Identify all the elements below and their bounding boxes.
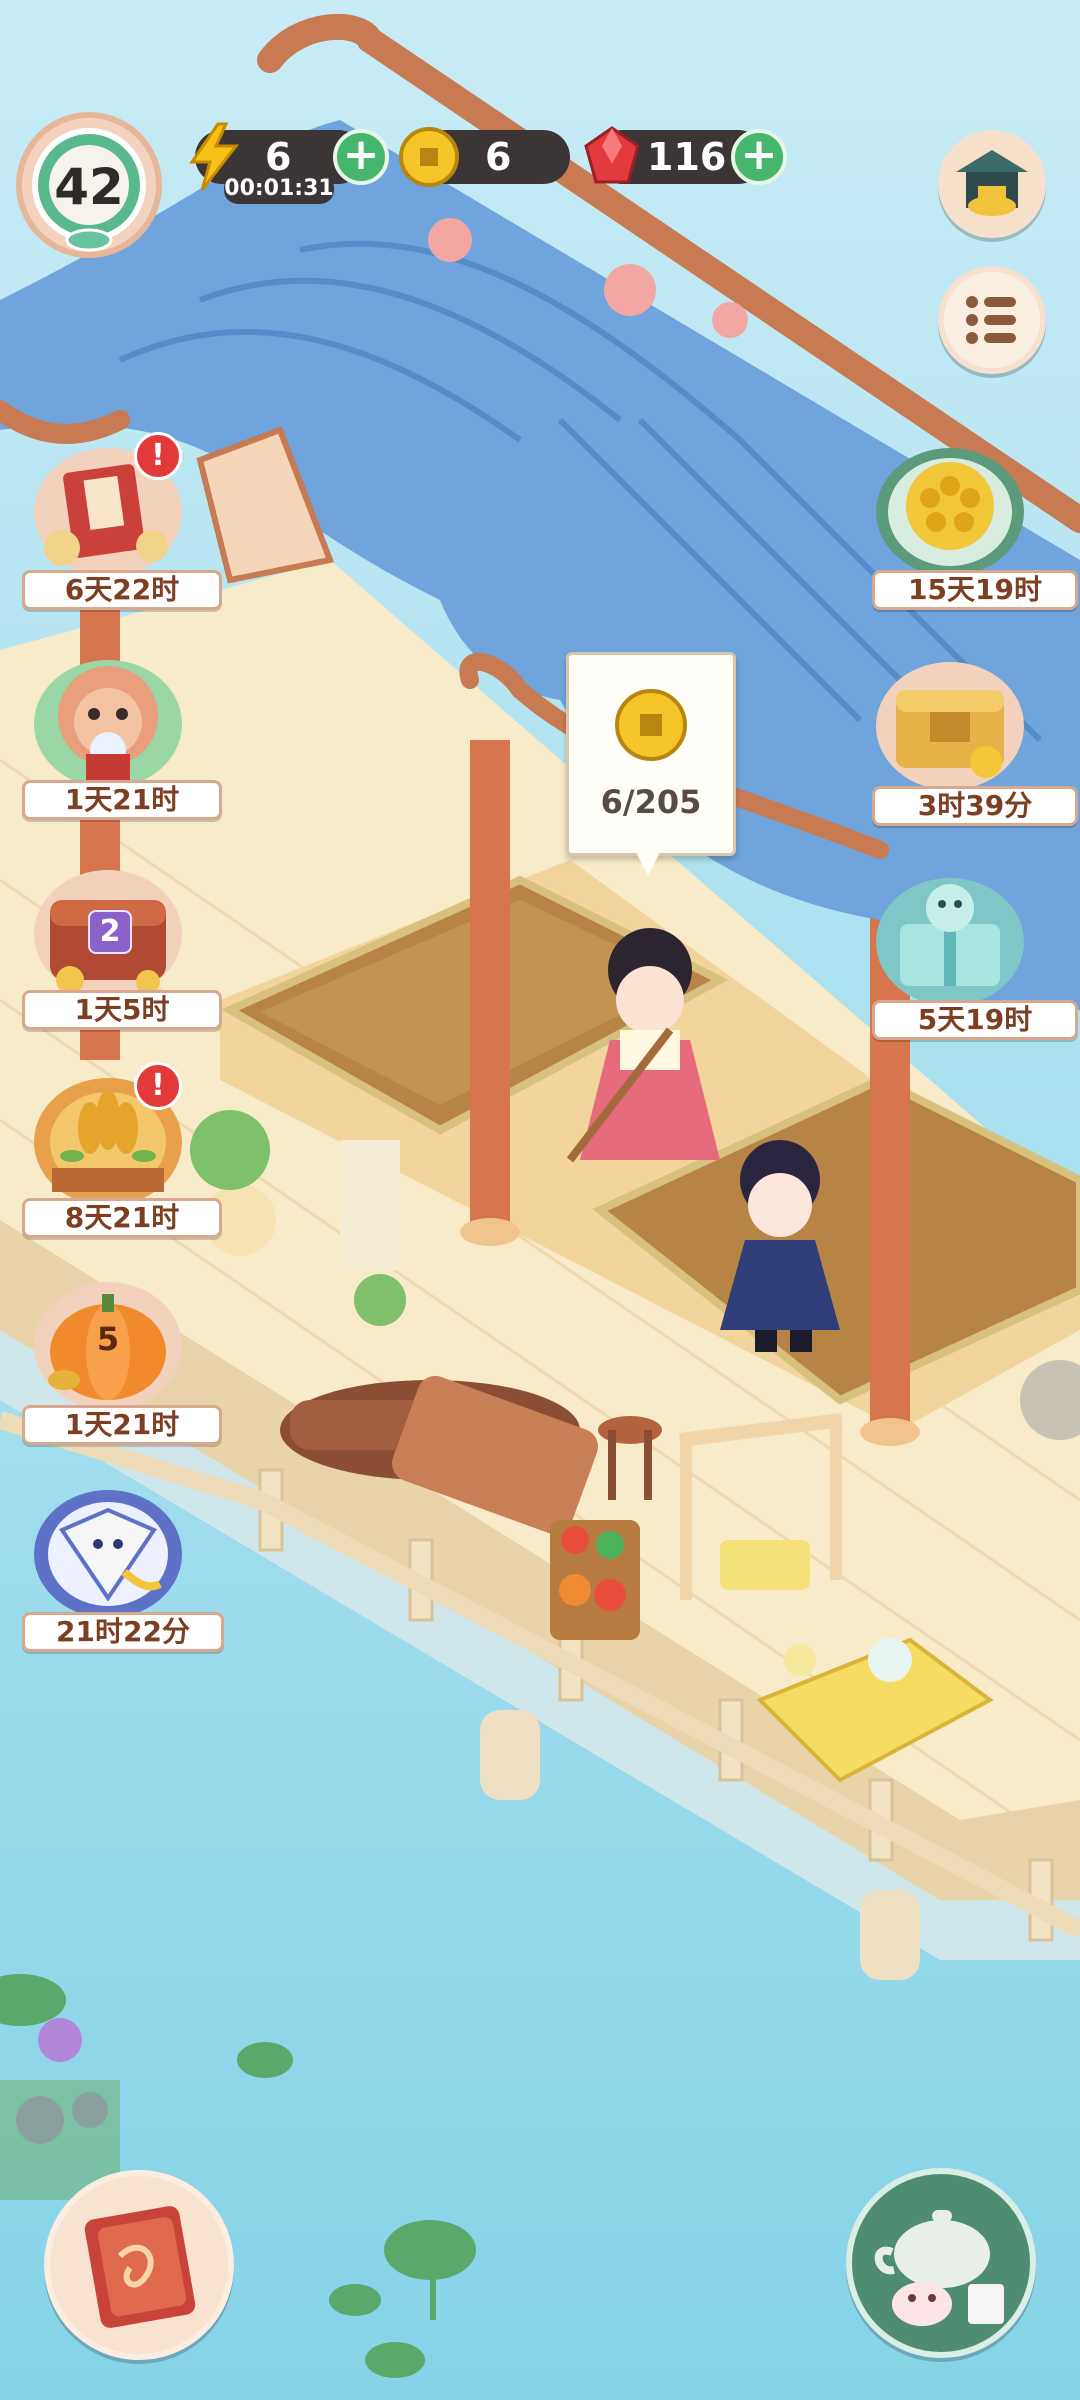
tea-house-button[interactable] — [846, 2168, 1036, 2358]
bubble-pointer — [634, 848, 662, 876]
pavilion-icon — [956, 150, 1028, 216]
kite-icon — [34, 1490, 182, 1618]
menu-list-button[interactable] — [938, 266, 1046, 374]
pumpkin-event-timer: 1天21时 — [22, 1405, 222, 1445]
gift-box-event-button[interactable] — [870, 868, 1030, 1008]
energy-value: 6 — [265, 135, 292, 179]
wheat-harvest-event-timer: 8天21时 — [22, 1198, 222, 1238]
gold-coin-icon — [399, 127, 459, 187]
imperial-book-event-button[interactable]: ! — [28, 432, 188, 578]
golden-box-event-button[interactable] — [870, 652, 1030, 792]
player-level-value: 42 — [54, 158, 124, 216]
treasure-chest-event-button[interactable]: 2 — [28, 860, 188, 1000]
gold-coin-icon — [615, 689, 687, 761]
chrysanthemum-event-timer: 15天19时 — [872, 570, 1078, 610]
treasure-chest-event-timer: 1天5时 — [22, 990, 222, 1030]
list-icon — [966, 296, 1016, 344]
pumpkin-count-label: 5 — [96, 1320, 120, 1358]
gift-box-event-timer: 5天19时 — [872, 1000, 1078, 1040]
chrysanthemum-icon — [876, 448, 1024, 576]
add-gems-button[interactable]: + — [731, 129, 787, 185]
wheat-harvest-event-button[interactable]: ! — [28, 1062, 188, 1208]
shop-pavilion-button[interactable] — [938, 130, 1046, 238]
teapot-icon — [874, 2210, 1004, 2326]
treasure-chest-count-badge: 2 — [88, 910, 132, 954]
coin-collect-bubble[interactable]: 6/205 — [566, 652, 736, 856]
journal-book-button[interactable] — [44, 2170, 234, 2360]
kite-event-timer: 21时22分 — [22, 1612, 224, 1652]
kite-event-button[interactable] — [28, 1480, 188, 1620]
coin-collect-progress: 6/205 — [600, 783, 702, 821]
game-scene[interactable]: 42 6 00:01:31 + 6 116 + ! 6天22时 1天21时 2 … — [0, 0, 1080, 2400]
journal-book-icon — [84, 2206, 196, 2328]
wheat-harvest-alert-badge: ! — [134, 1062, 182, 1110]
golden-box-event-timer: 3时39分 — [872, 786, 1078, 826]
imperial-book-event-timer: 6天22时 — [22, 570, 222, 610]
golden-box-icon — [876, 662, 1024, 790]
lion-mascot-event-timer: 1天21时 — [22, 780, 222, 820]
gift-box-icon — [876, 878, 1024, 1006]
chrysanthemum-event-button[interactable] — [870, 438, 1030, 578]
imperial-book-alert-badge: ! — [134, 432, 182, 480]
energy-timer: 00:01:31 — [224, 174, 334, 204]
lion-mascot-event-button[interactable] — [28, 650, 188, 790]
pumpkin-event-button[interactable]: 5 — [28, 1272, 188, 1412]
coin-value: 6 — [485, 135, 512, 179]
red-gem-icon — [584, 126, 640, 184]
lion-mascot-icon — [34, 660, 182, 788]
gem-value: 116 — [647, 135, 727, 179]
player-level-badge[interactable]: 42 — [14, 110, 164, 260]
add-energy-button[interactable]: + — [333, 129, 389, 185]
